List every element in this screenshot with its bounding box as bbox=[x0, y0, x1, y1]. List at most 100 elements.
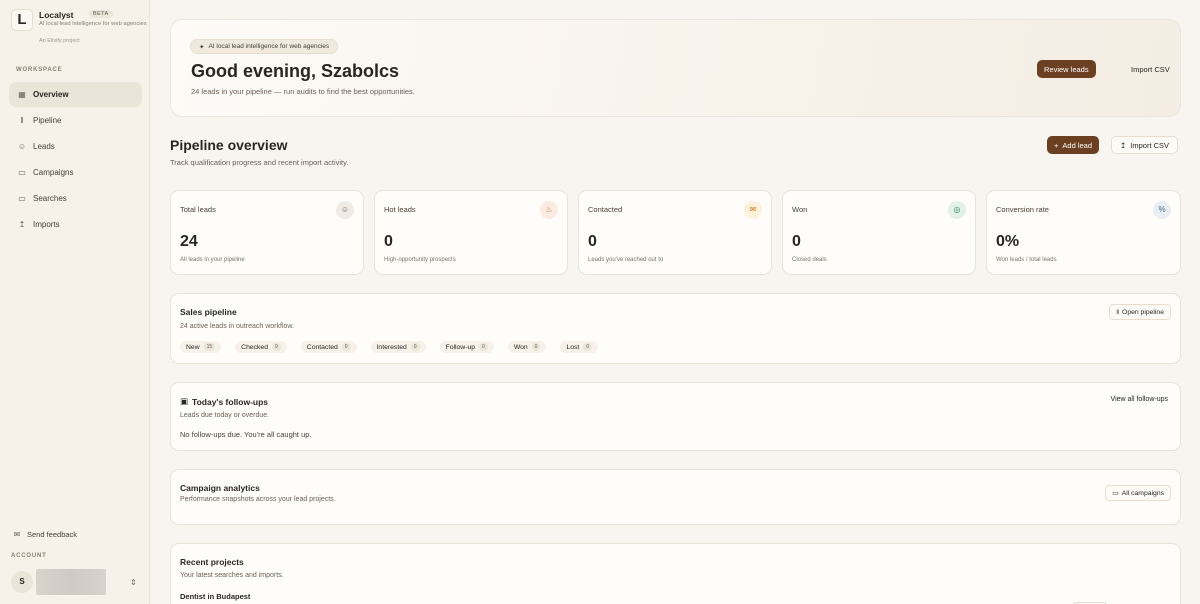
open-pipeline-button[interactable]: ‖ Open pipeline bbox=[1109, 304, 1171, 320]
stage-label: New bbox=[186, 343, 200, 351]
project-item[interactable]: Dentist in Budapest bbox=[180, 592, 250, 601]
campaign-analytics-title: Campaign analytics bbox=[180, 483, 260, 493]
sales-pipeline-title: Sales pipeline bbox=[180, 307, 237, 317]
grid-icon: ▦ bbox=[18, 90, 26, 99]
recent-projects-subtitle: Your latest searches and imports. bbox=[180, 572, 284, 579]
account-name-redacted bbox=[36, 569, 106, 595]
flame-icon: ♨ bbox=[540, 201, 558, 219]
stage-count: 0 bbox=[479, 343, 488, 351]
sidebar-item-pipeline[interactable]: ‖ Pipeline bbox=[9, 108, 142, 133]
users-icon: ☺ bbox=[17, 142, 27, 151]
beta-badge: BETA bbox=[89, 10, 113, 18]
brand-subtitle: An Elixify project bbox=[39, 38, 80, 44]
sidebar-item-label: Imports bbox=[33, 220, 60, 229]
stage-count: 0 bbox=[583, 343, 593, 351]
all-campaigns-label: All campaigns bbox=[1121, 489, 1164, 497]
recent-projects-title: Recent projects bbox=[180, 557, 244, 567]
stat-caption: Leads you've reached out to bbox=[588, 257, 664, 263]
stage-contacted[interactable]: Contacted 0 bbox=[300, 341, 357, 353]
followups-empty-message: No follow-ups due. You're all caught up. bbox=[180, 430, 312, 439]
send-feedback-link[interactable]: ✉ Send feedback bbox=[11, 530, 77, 539]
stage-new[interactable]: New 15 bbox=[180, 341, 222, 353]
sales-pipeline-card: Sales pipeline 24 active leads in outrea… bbox=[170, 293, 1181, 364]
users-icon: ☺ bbox=[336, 201, 354, 219]
stage-interested[interactable]: Interested 0 bbox=[370, 341, 426, 353]
campaign-analytics-card: Campaign analytics Performance snapshots… bbox=[170, 469, 1181, 525]
stat-label: Total leads bbox=[180, 205, 216, 214]
main-content: ✦ AI local lead intelligence for web age… bbox=[151, 0, 1200, 604]
add-lead-button[interactable]: + Add lead bbox=[1047, 136, 1099, 154]
stat-card-conversion-rate: Conversion rate % 0% Won leads / total l… bbox=[986, 190, 1181, 275]
stat-card-won: Won ◎ 0 Closed deals bbox=[782, 190, 976, 275]
followups-title: ▣ Today's follow-ups bbox=[180, 396, 268, 407]
stat-caption: High-opportunity prospects bbox=[384, 257, 456, 263]
stage-checked[interactable]: Checked 9 bbox=[235, 341, 287, 353]
brand-tagline: AI local lead intelligence for web agenc… bbox=[39, 21, 147, 27]
stage-won[interactable]: Won 0 bbox=[507, 341, 547, 353]
search-folder-icon: ▭ bbox=[18, 194, 26, 203]
mail-icon: ✉ bbox=[744, 201, 762, 219]
view-all-followups-link[interactable]: View all follow-ups bbox=[1111, 396, 1168, 403]
review-leads-button[interactable]: Review leads bbox=[1037, 60, 1096, 78]
open-pipeline-label: Open pipeline bbox=[1122, 308, 1164, 316]
sidebar-item-searches[interactable]: ▭ Searches bbox=[9, 186, 142, 211]
stat-value: 24 bbox=[180, 233, 198, 250]
sparkle-icon: ✦ bbox=[199, 43, 205, 51]
recent-projects-card: Recent projects Your latest searches and… bbox=[170, 543, 1181, 604]
hero-import-csv-button[interactable]: Import CSV bbox=[1125, 60, 1176, 78]
account-switcher[interactable]: S ⇕ bbox=[9, 569, 142, 595]
pipeline-stages: New 15 Checked 9 Contacted 0 Interested 0 Fo… bbox=[180, 341, 599, 353]
calendar-icon: ▣ bbox=[180, 396, 189, 406]
folder-icon: ▭ bbox=[18, 168, 26, 177]
kanban-icon: ‖ bbox=[20, 116, 24, 125]
send-feedback-label: Send feedback bbox=[27, 530, 78, 539]
sidebar-item-label: Pipeline bbox=[33, 116, 62, 125]
stat-label: Hot leads bbox=[384, 205, 416, 214]
greeting-title: Good evening, Szabolcs bbox=[191, 61, 400, 81]
stat-label: Conversion rate bbox=[996, 205, 1049, 214]
import-csv-label: Import CSV bbox=[1130, 140, 1170, 150]
stat-caption: All leads in your pipeline bbox=[180, 257, 245, 263]
workspace-label: WORKSPACE bbox=[16, 67, 63, 73]
stat-card-hot-leads: Hot leads ♨ 0 High-opportunity prospects bbox=[374, 190, 568, 275]
campaign-analytics-subtitle: Performance snapshots across your lead p… bbox=[180, 496, 336, 503]
sidebar-item-leads[interactable]: ☺ Leads bbox=[9, 134, 142, 159]
percent-icon: % bbox=[1153, 201, 1171, 219]
import-csv-button[interactable]: ↥ Import CSV bbox=[1111, 136, 1179, 154]
sidebar-item-imports[interactable]: ↥ Imports bbox=[9, 212, 142, 237]
chevron-updown-icon: ⇕ bbox=[130, 577, 137, 587]
stat-label: Contacted bbox=[588, 205, 623, 214]
stage-lost[interactable]: Lost 0 bbox=[560, 341, 599, 353]
stage-label: Interested bbox=[376, 343, 407, 351]
stage-label: Contacted bbox=[306, 343, 338, 351]
sidebar-item-label: Overview bbox=[33, 90, 69, 99]
feedback-icon: ✉ bbox=[13, 530, 21, 539]
stage-label: Checked bbox=[241, 343, 268, 351]
all-campaigns-button[interactable]: ▭ All campaigns bbox=[1105, 485, 1171, 501]
sidebar: L Localyst BETA AI local lead intelligen… bbox=[0, 0, 150, 604]
stat-card-contacted: Contacted ✉ 0 Leads you've reached out t… bbox=[578, 190, 772, 275]
stage-count: 0 bbox=[341, 343, 351, 351]
greeting-subtitle: 24 leads in your pipeline — run audits t… bbox=[191, 87, 415, 96]
upload-icon: ↥ bbox=[18, 220, 26, 229]
sidebar-item-overview[interactable]: ▦ Overview bbox=[9, 82, 142, 107]
sidebar-item-label: Campaigns bbox=[33, 168, 74, 177]
target-icon: ◎ bbox=[948, 201, 966, 219]
sidebar-item-campaigns[interactable]: ▭ Campaigns bbox=[9, 160, 142, 185]
stage-label: Won bbox=[513, 343, 528, 351]
followups-title-text: Today's follow-ups bbox=[192, 396, 269, 407]
stat-caption: Won leads / total leads bbox=[996, 257, 1057, 263]
stat-caption: Closed deals bbox=[792, 257, 827, 263]
stat-value: 0 bbox=[588, 233, 597, 250]
sidebar-item-label: Leads bbox=[33, 142, 55, 151]
pipeline-overview-title: Pipeline overview bbox=[170, 137, 288, 153]
stat-card-total-leads: Total leads ☺ 24 All leads in your pipel… bbox=[170, 190, 364, 275]
brand-logo[interactable]: L bbox=[11, 9, 33, 31]
stat-value: 0 bbox=[384, 233, 393, 250]
pipeline-overview-subtitle: Track qualification progress and recent … bbox=[170, 158, 349, 167]
avatar: S bbox=[11, 571, 33, 593]
folder-icon: ▭ bbox=[1112, 490, 1119, 497]
stage-follow-up[interactable]: Follow-up 0 bbox=[439, 341, 494, 353]
account-label: ACCOUNT bbox=[11, 553, 47, 559]
stage-count: 0 bbox=[410, 343, 420, 351]
